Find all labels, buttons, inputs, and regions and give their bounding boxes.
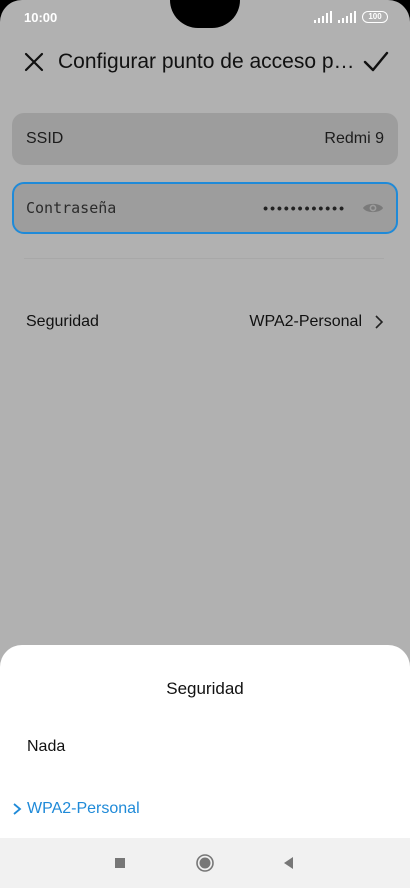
screen: 10:00 100 Configurar punto de acceso po.… [0,0,410,888]
security-label: Seguridad [26,313,99,330]
signal-icon [314,11,332,23]
page-title: Configurar punto de acceso po... [58,50,358,73]
check-icon[interactable] [362,48,390,76]
status-time: 10:00 [24,10,58,25]
status-icons: 100 [314,10,388,24]
sheet-title: Seguridad [166,679,244,698]
status-bar: 10:00 100 [0,0,410,36]
password-field[interactable]: Contraseña •••••••••••• [12,182,398,234]
option-wpa2-personal[interactable]: WPA2-Personal [0,789,410,829]
password-label: Contraseña [26,199,117,217]
close-icon[interactable] [22,50,46,74]
ssid-value: Redmi 9 [324,130,384,147]
ssid-label: SSID [26,130,64,147]
password-value: •••••••••••• [263,200,346,216]
divider [24,258,384,259]
camera-notch [170,0,240,28]
back-icon[interactable] [278,852,300,874]
option-label: WPA2-Personal [27,800,140,817]
ssid-field[interactable]: SSID Redmi 9 [12,113,398,165]
battery-icon: 100 [362,11,388,23]
home-icon[interactable] [194,852,216,874]
header: Configurar punto de acceso po... [0,42,410,82]
eye-icon[interactable] [362,201,384,215]
chevron-right-icon [13,803,22,815]
navigation-bar [0,838,410,888]
chevron-right-icon [375,315,384,329]
recents-icon[interactable] [109,852,131,874]
signal-icon [338,11,356,23]
security-row[interactable]: Seguridad WPA2-Personal [0,300,410,344]
option-label: Nada [27,738,66,755]
option-nada[interactable]: Nada [0,727,410,767]
security-value: WPA2-Personal [249,313,362,330]
